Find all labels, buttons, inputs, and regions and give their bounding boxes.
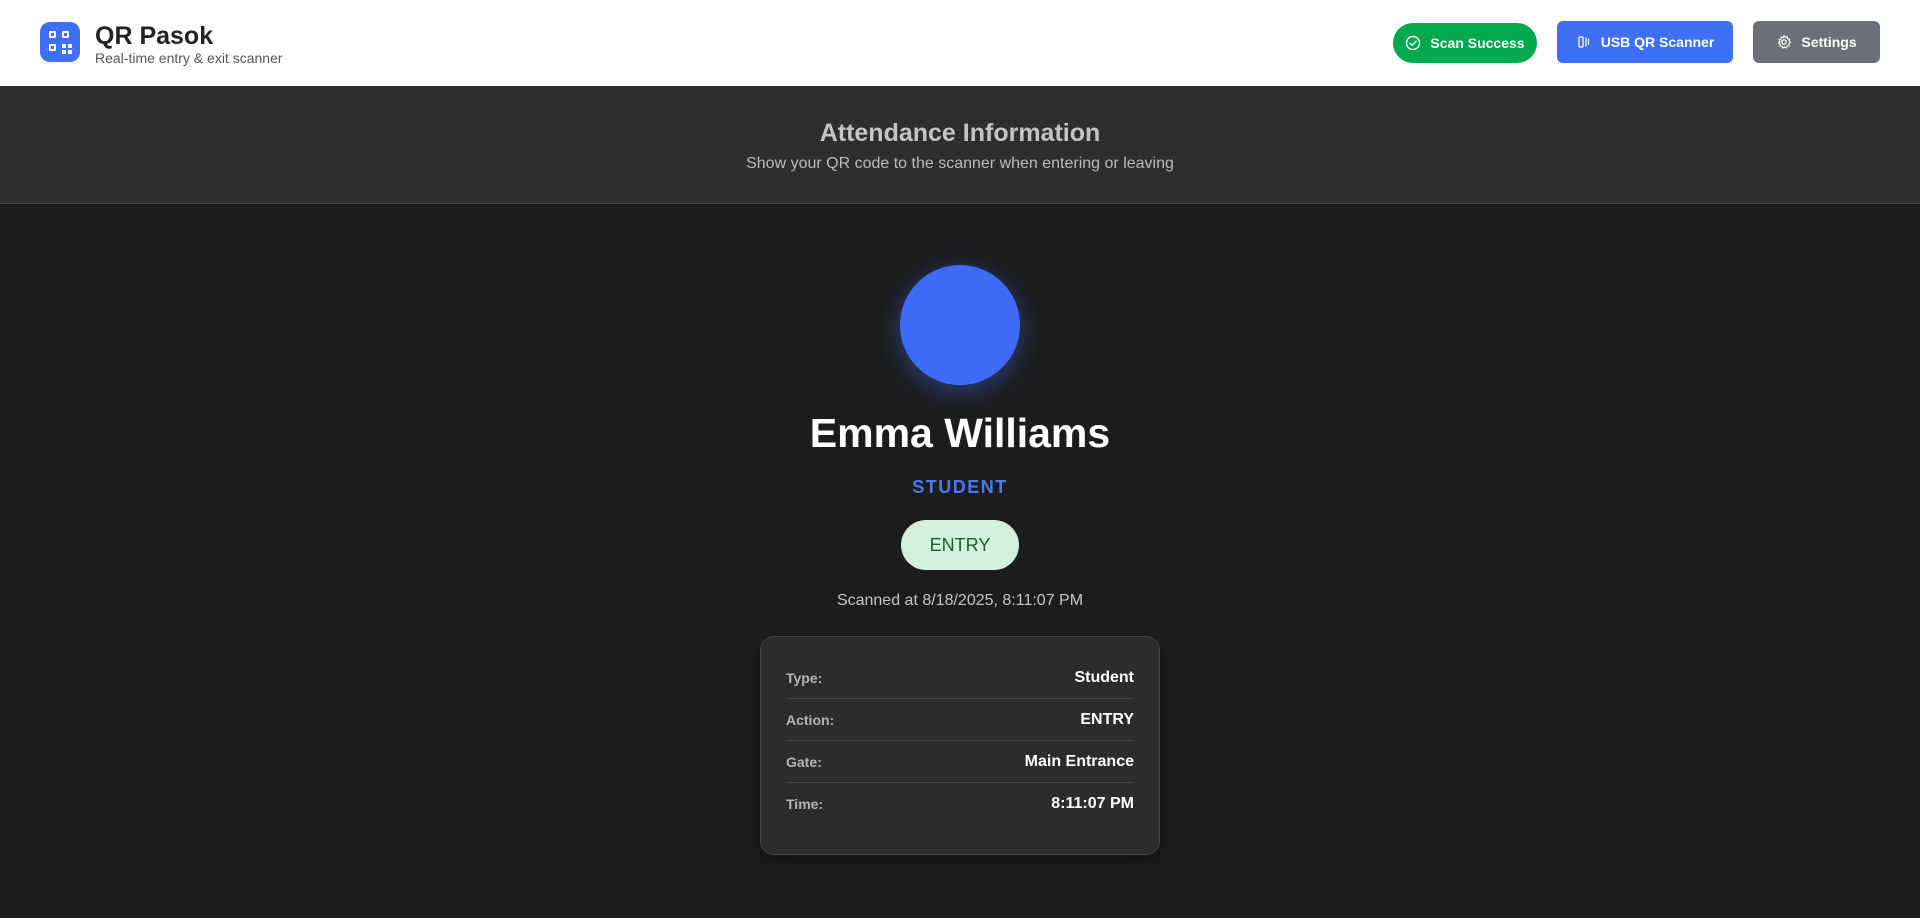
settings-label: Settings <box>1801 34 1857 50</box>
detail-label: Action: <box>786 711 835 728</box>
detail-row-time: Time: 8:11:07 PM <box>786 783 1134 825</box>
app-title: QR Pasok <box>95 22 214 50</box>
detail-label: Gate: <box>786 753 822 770</box>
scanner-icon <box>1578 36 1589 48</box>
scan-success-button[interactable]: Scan Success <box>1393 23 1537 63</box>
app-subtitle: Real-time entry & exit scanner <box>95 50 283 66</box>
details-card: Type: Student Action: ENTRY Gate: Main E… <box>760 636 1160 855</box>
detail-value: Main Entrance <box>1024 752 1134 770</box>
info-title: Attendance Information <box>819 119 1101 147</box>
action-badge: ENTRY <box>901 520 1019 570</box>
detail-row-type: Type: Student <box>786 657 1134 699</box>
scan-timestamp: Scanned at 8/18/2025, 8:11:07 PM <box>836 592 1084 609</box>
info-subtitle: Show your QR code to the scanner when en… <box>746 155 1174 172</box>
person-name: Emma Williams <box>809 410 1111 456</box>
usb-scanner-button[interactable]: USB QR Scanner <box>1557 21 1733 63</box>
detail-label: Time: <box>786 796 824 812</box>
detail-label: Type: <box>786 669 823 686</box>
scan-success-label: Scan Success <box>1430 35 1525 51</box>
detail-value: 8:11:07 PM <box>1051 795 1134 812</box>
gear-icon <box>1778 34 1792 49</box>
qr-code-icon <box>40 22 80 62</box>
person-role: STUDENT <box>912 477 1008 497</box>
detail-value: Student <box>1074 668 1134 686</box>
check-circle-icon <box>1406 35 1421 51</box>
detail-value: ENTRY <box>1080 710 1134 728</box>
settings-button[interactable]: Settings <box>1753 21 1880 63</box>
usb-scanner-label: USB QR Scanner <box>1600 34 1715 50</box>
top-bar: QR Pasok Real-time entry & exit scanner … <box>0 0 1920 86</box>
avatar <box>900 265 1020 385</box>
detail-row-action: Action: ENTRY <box>786 699 1134 741</box>
info-band: Attendance Information Show your QR code… <box>0 86 1920 204</box>
detail-row-gate: Gate: Main Entrance <box>786 741 1134 783</box>
